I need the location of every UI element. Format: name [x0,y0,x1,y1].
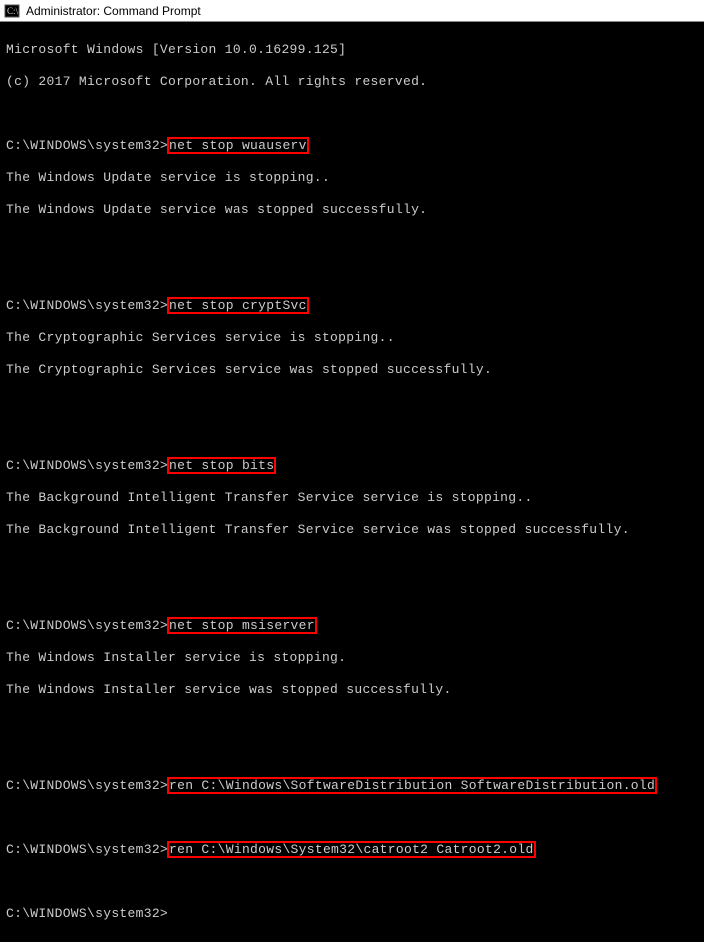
window-titlebar[interactable]: C:\ Administrator: Command Prompt [0,0,704,22]
output-line: The Windows Update service was stopped s… [6,202,698,218]
prompt: C:\WINDOWS\system32> [6,778,168,793]
banner-line: Microsoft Windows [Version 10.0.16299.12… [6,42,698,58]
highlighted-command: net stop bits [168,458,275,473]
prompt: C:\WINDOWS\system32> [6,458,168,473]
prompt: C:\WINDOWS\system32> [6,138,168,153]
command-line: C:\WINDOWS\system32> [6,906,698,922]
command-line: C:\WINDOWS\system32>ren C:\Windows\Syste… [6,842,698,858]
command-line: C:\WINDOWS\system32>net stop wuauserv [6,138,698,154]
highlighted-command: ren C:\Windows\SoftwareDistribution Soft… [168,778,656,793]
blank-line [6,874,698,890]
terminal-output[interactable]: Microsoft Windows [Version 10.0.16299.12… [0,22,704,942]
blank-line [6,426,698,442]
blank-line [6,810,698,826]
highlighted-command: net stop cryptSvc [168,298,308,313]
svg-text:C:\: C:\ [7,6,19,16]
command-line: C:\WINDOWS\system32>net stop msiserver [6,618,698,634]
prompt: C:\WINDOWS\system32> [6,906,168,921]
output-line: The Cryptographic Services service was s… [6,362,698,378]
prompt: C:\WINDOWS\system32> [6,842,168,857]
blank-line [6,586,698,602]
blank-line [6,714,698,730]
blank-line [6,234,698,250]
blank-line [6,266,698,282]
highlighted-command: ren C:\Windows\System32\catroot2 Catroot… [168,842,535,857]
blank-line [6,394,698,410]
banner-line: (c) 2017 Microsoft Corporation. All righ… [6,74,698,90]
output-line: The Windows Installer service was stoppe… [6,682,698,698]
blank-line [6,746,698,762]
command-line: C:\WINDOWS\system32>net stop bits [6,458,698,474]
blank-line [6,106,698,122]
highlighted-command: net stop msiserver [168,618,316,633]
prompt: C:\WINDOWS\system32> [6,618,168,633]
highlighted-command: net stop wuauserv [168,138,308,153]
prompt: C:\WINDOWS\system32> [6,298,168,313]
output-line: The Windows Update service is stopping.. [6,170,698,186]
command-line: C:\WINDOWS\system32>ren C:\Windows\Softw… [6,778,698,794]
cmd-icon: C:\ [4,3,20,19]
blank-line [6,554,698,570]
output-line: The Windows Installer service is stoppin… [6,650,698,666]
window-title: Administrator: Command Prompt [26,4,201,18]
command-line: C:\WINDOWS\system32>net stop cryptSvc [6,298,698,314]
output-line: The Background Intelligent Transfer Serv… [6,490,698,506]
output-line: The Background Intelligent Transfer Serv… [6,522,698,538]
output-line: The Cryptographic Services service is st… [6,330,698,346]
